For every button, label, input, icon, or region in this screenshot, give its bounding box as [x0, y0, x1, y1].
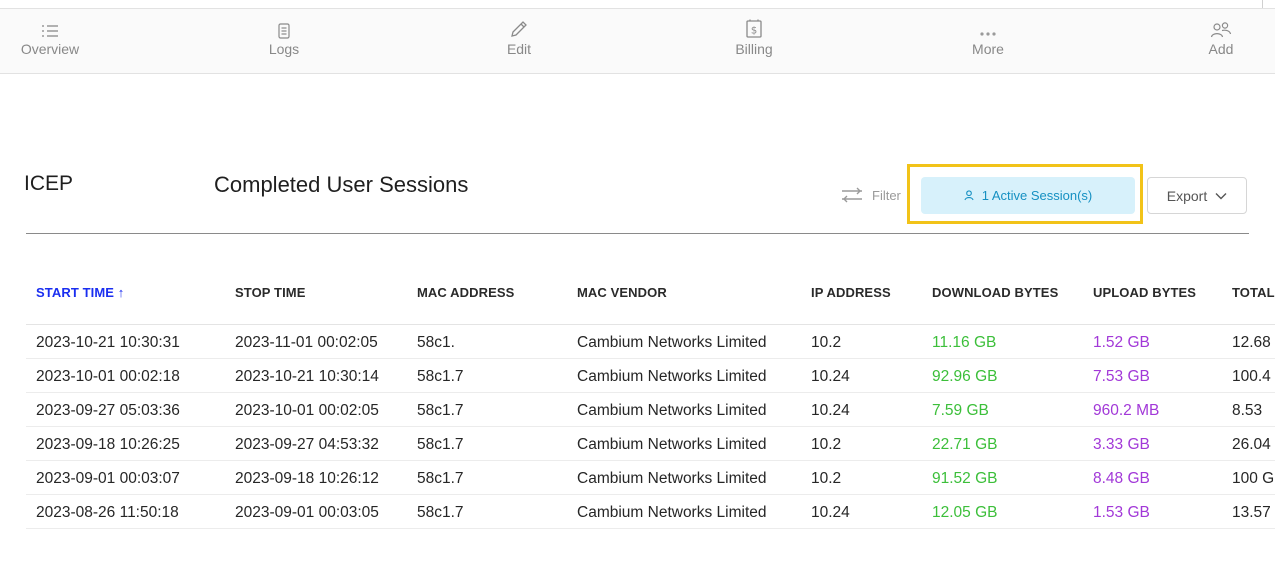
- header-divider: [26, 233, 1249, 234]
- page-title: Completed User Sessions: [214, 172, 469, 197]
- mac-vendor-cell: Cambium Networks Limited: [577, 368, 767, 385]
- stop-time-cell: 2023-09-18 10:26:12: [235, 470, 379, 487]
- start-time-cell: 2023-08-26 11:50:18: [36, 504, 179, 521]
- toolbar-edit[interactable]: Edit: [474, 19, 564, 57]
- window-edge: [1262, 0, 1263, 8]
- mac-vendor-cell: Cambium Networks Limited: [577, 470, 767, 487]
- column-header-mac-address[interactable]: MAC ADDRESS: [417, 285, 514, 300]
- active-sessions-label: 1 Active Session(s): [981, 188, 1093, 203]
- ip-address-cell: 10.24: [811, 402, 850, 419]
- start-time-cell: 2023-09-27 05:03:36: [36, 402, 180, 419]
- column-header-download-bytes[interactable]: DOWNLOAD BYTES: [932, 285, 1058, 300]
- upload-bytes-cell: 8.48 GB: [1093, 470, 1150, 487]
- table-row[interactable]: 2023-09-01 00:03:07 2023-09-18 10:26:12 58…: [0, 461, 1275, 495]
- column-header-total[interactable]: TOTAL: [1232, 285, 1275, 300]
- download-bytes-cell: 91.52 GB: [932, 470, 998, 487]
- add-users-icon: [1176, 19, 1266, 39]
- export-label: Export: [1166, 187, 1208, 204]
- active-sessions-button[interactable]: 1 Active Session(s): [921, 177, 1135, 214]
- download-bytes-cell: 92.96 GB: [932, 368, 998, 385]
- ip-address-cell: 10.2: [811, 470, 842, 487]
- upload-bytes-cell: 1.52 GB: [1093, 334, 1150, 351]
- table-row[interactable]: 2023-10-01 00:02:18 2023-10-21 10:30:14 58…: [0, 359, 1275, 393]
- total-cell: 8.53: [1232, 402, 1263, 419]
- svg-text:$: $: [751, 26, 757, 37]
- table-row[interactable]: 2023-09-18 10:26:25 2023-09-27 04:53:32 58…: [0, 427, 1275, 461]
- download-bytes-cell: 11.16 GB: [932, 334, 997, 351]
- page: Overview Logs Edit $ Billing More Add IC…: [0, 0, 1275, 567]
- mac-address-cell: 58c1.: [417, 334, 455, 351]
- toolbar-label: Logs: [268, 41, 300, 57]
- start-time-cell: 2023-10-21 10:30:31: [36, 334, 180, 351]
- user-icon: [964, 190, 974, 201]
- column-header-start-time[interactable]: START TIME ↑: [36, 285, 124, 300]
- total-cell: 100.4: [1232, 368, 1271, 385]
- column-header-label: START TIME: [36, 285, 115, 300]
- toolbar-label: Overview: [20, 41, 80, 57]
- toolbar-overview[interactable]: Overview: [5, 19, 95, 57]
- upload-bytes-cell: 3.33 GB: [1093, 436, 1150, 453]
- mac-address-cell: 58c1.7: [417, 368, 464, 385]
- ip-address-cell: 10.2: [811, 334, 842, 351]
- pencil-icon: [474, 19, 564, 39]
- toolbar-logs[interactable]: Logs: [239, 19, 329, 57]
- mac-vendor-cell: Cambium Networks Limited: [577, 334, 767, 351]
- download-bytes-cell: 12.05 GB: [932, 504, 998, 521]
- top-toolbar: Overview Logs Edit $ Billing More Add: [0, 8, 1275, 74]
- mac-vendor-cell: Cambium Networks Limited: [577, 504, 767, 521]
- column-header-upload-bytes[interactable]: UPLOAD BYTES: [1093, 285, 1196, 300]
- export-dropdown[interactable]: Export: [1147, 177, 1247, 214]
- toolbar-label: Billing: [735, 41, 773, 57]
- total-cell: 12.68: [1232, 334, 1271, 351]
- table-row[interactable]: 2023-08-26 11:50:18 2023-09-01 00:03:05 58…: [0, 495, 1275, 529]
- toolbar-label: Edit: [506, 41, 532, 57]
- download-bytes-cell: 7.59 GB: [932, 402, 989, 419]
- toolbar-label: Add: [1208, 41, 1234, 57]
- ip-address-cell: 10.24: [811, 368, 850, 385]
- chevron-down-icon: [1215, 192, 1227, 199]
- start-time-cell: 2023-09-01 00:03:07: [36, 470, 180, 487]
- upload-bytes-cell: 960.2 MB: [1093, 402, 1160, 419]
- upload-bytes-cell: 7.53 GB: [1093, 368, 1150, 385]
- mac-address-cell: 58c1.7: [417, 504, 464, 521]
- total-cell: 100 G: [1232, 470, 1275, 487]
- filter-button[interactable]: Filter: [840, 183, 901, 207]
- start-time-cell: 2023-10-01 00:02:18: [36, 368, 180, 385]
- row-divider: [26, 528, 1275, 529]
- mac-address-cell: 58c1.7: [417, 402, 464, 419]
- total-cell: 13.57: [1232, 504, 1271, 521]
- column-header-mac-vendor[interactable]: MAC VENDOR: [577, 285, 667, 300]
- toolbar-more[interactable]: More: [943, 19, 1033, 57]
- filter-label: Filter: [872, 187, 901, 203]
- stop-time-cell: 2023-10-01 00:02:05: [235, 402, 379, 419]
- mac-vendor-cell: Cambium Networks Limited: [577, 402, 767, 419]
- document-icon: [239, 19, 329, 39]
- billing-icon: $: [709, 19, 799, 39]
- mac-address-cell: 58c1.7: [417, 436, 464, 453]
- table-row[interactable]: 2023-10-21 10:30:31 2023-11-01 00:02:05 58…: [0, 325, 1275, 359]
- toolbar-add[interactable]: Add: [1176, 19, 1266, 57]
- mac-vendor-cell: Cambium Networks Limited: [577, 436, 767, 453]
- stop-time-cell: 2023-11-01 00:02:05: [235, 334, 378, 351]
- toolbar-label: More: [972, 41, 1004, 57]
- table-row[interactable]: 2023-09-27 05:03:36 2023-10-01 00:02:05 58…: [0, 393, 1275, 427]
- list-icon: [5, 19, 95, 39]
- column-header-ip-address[interactable]: IP ADDRESS: [811, 285, 891, 300]
- upload-bytes-cell: 1.53 GB: [1093, 504, 1150, 521]
- total-cell: 26.04: [1232, 436, 1271, 453]
- more-dots-icon: [943, 19, 1033, 39]
- mac-address-cell: 58c1.7: [417, 470, 464, 487]
- filter-sliders-icon: [842, 187, 862, 203]
- organization-name: ICEP: [24, 172, 74, 195]
- start-time-cell: 2023-09-18 10:26:25: [36, 436, 180, 453]
- download-bytes-cell: 22.71 GB: [932, 436, 998, 453]
- toolbar-billing[interactable]: $ Billing: [709, 19, 799, 57]
- stop-time-cell: 2023-09-01 00:03:05: [235, 504, 379, 521]
- stop-time-cell: 2023-09-27 04:53:32: [235, 436, 379, 453]
- column-header-stop-time[interactable]: STOP TIME: [235, 285, 306, 300]
- sort-ascending-icon: ↑: [117, 285, 125, 300]
- ip-address-cell: 10.24: [811, 504, 850, 521]
- stop-time-cell: 2023-10-21 10:30:14: [235, 368, 379, 385]
- ip-address-cell: 10.2: [811, 436, 842, 453]
